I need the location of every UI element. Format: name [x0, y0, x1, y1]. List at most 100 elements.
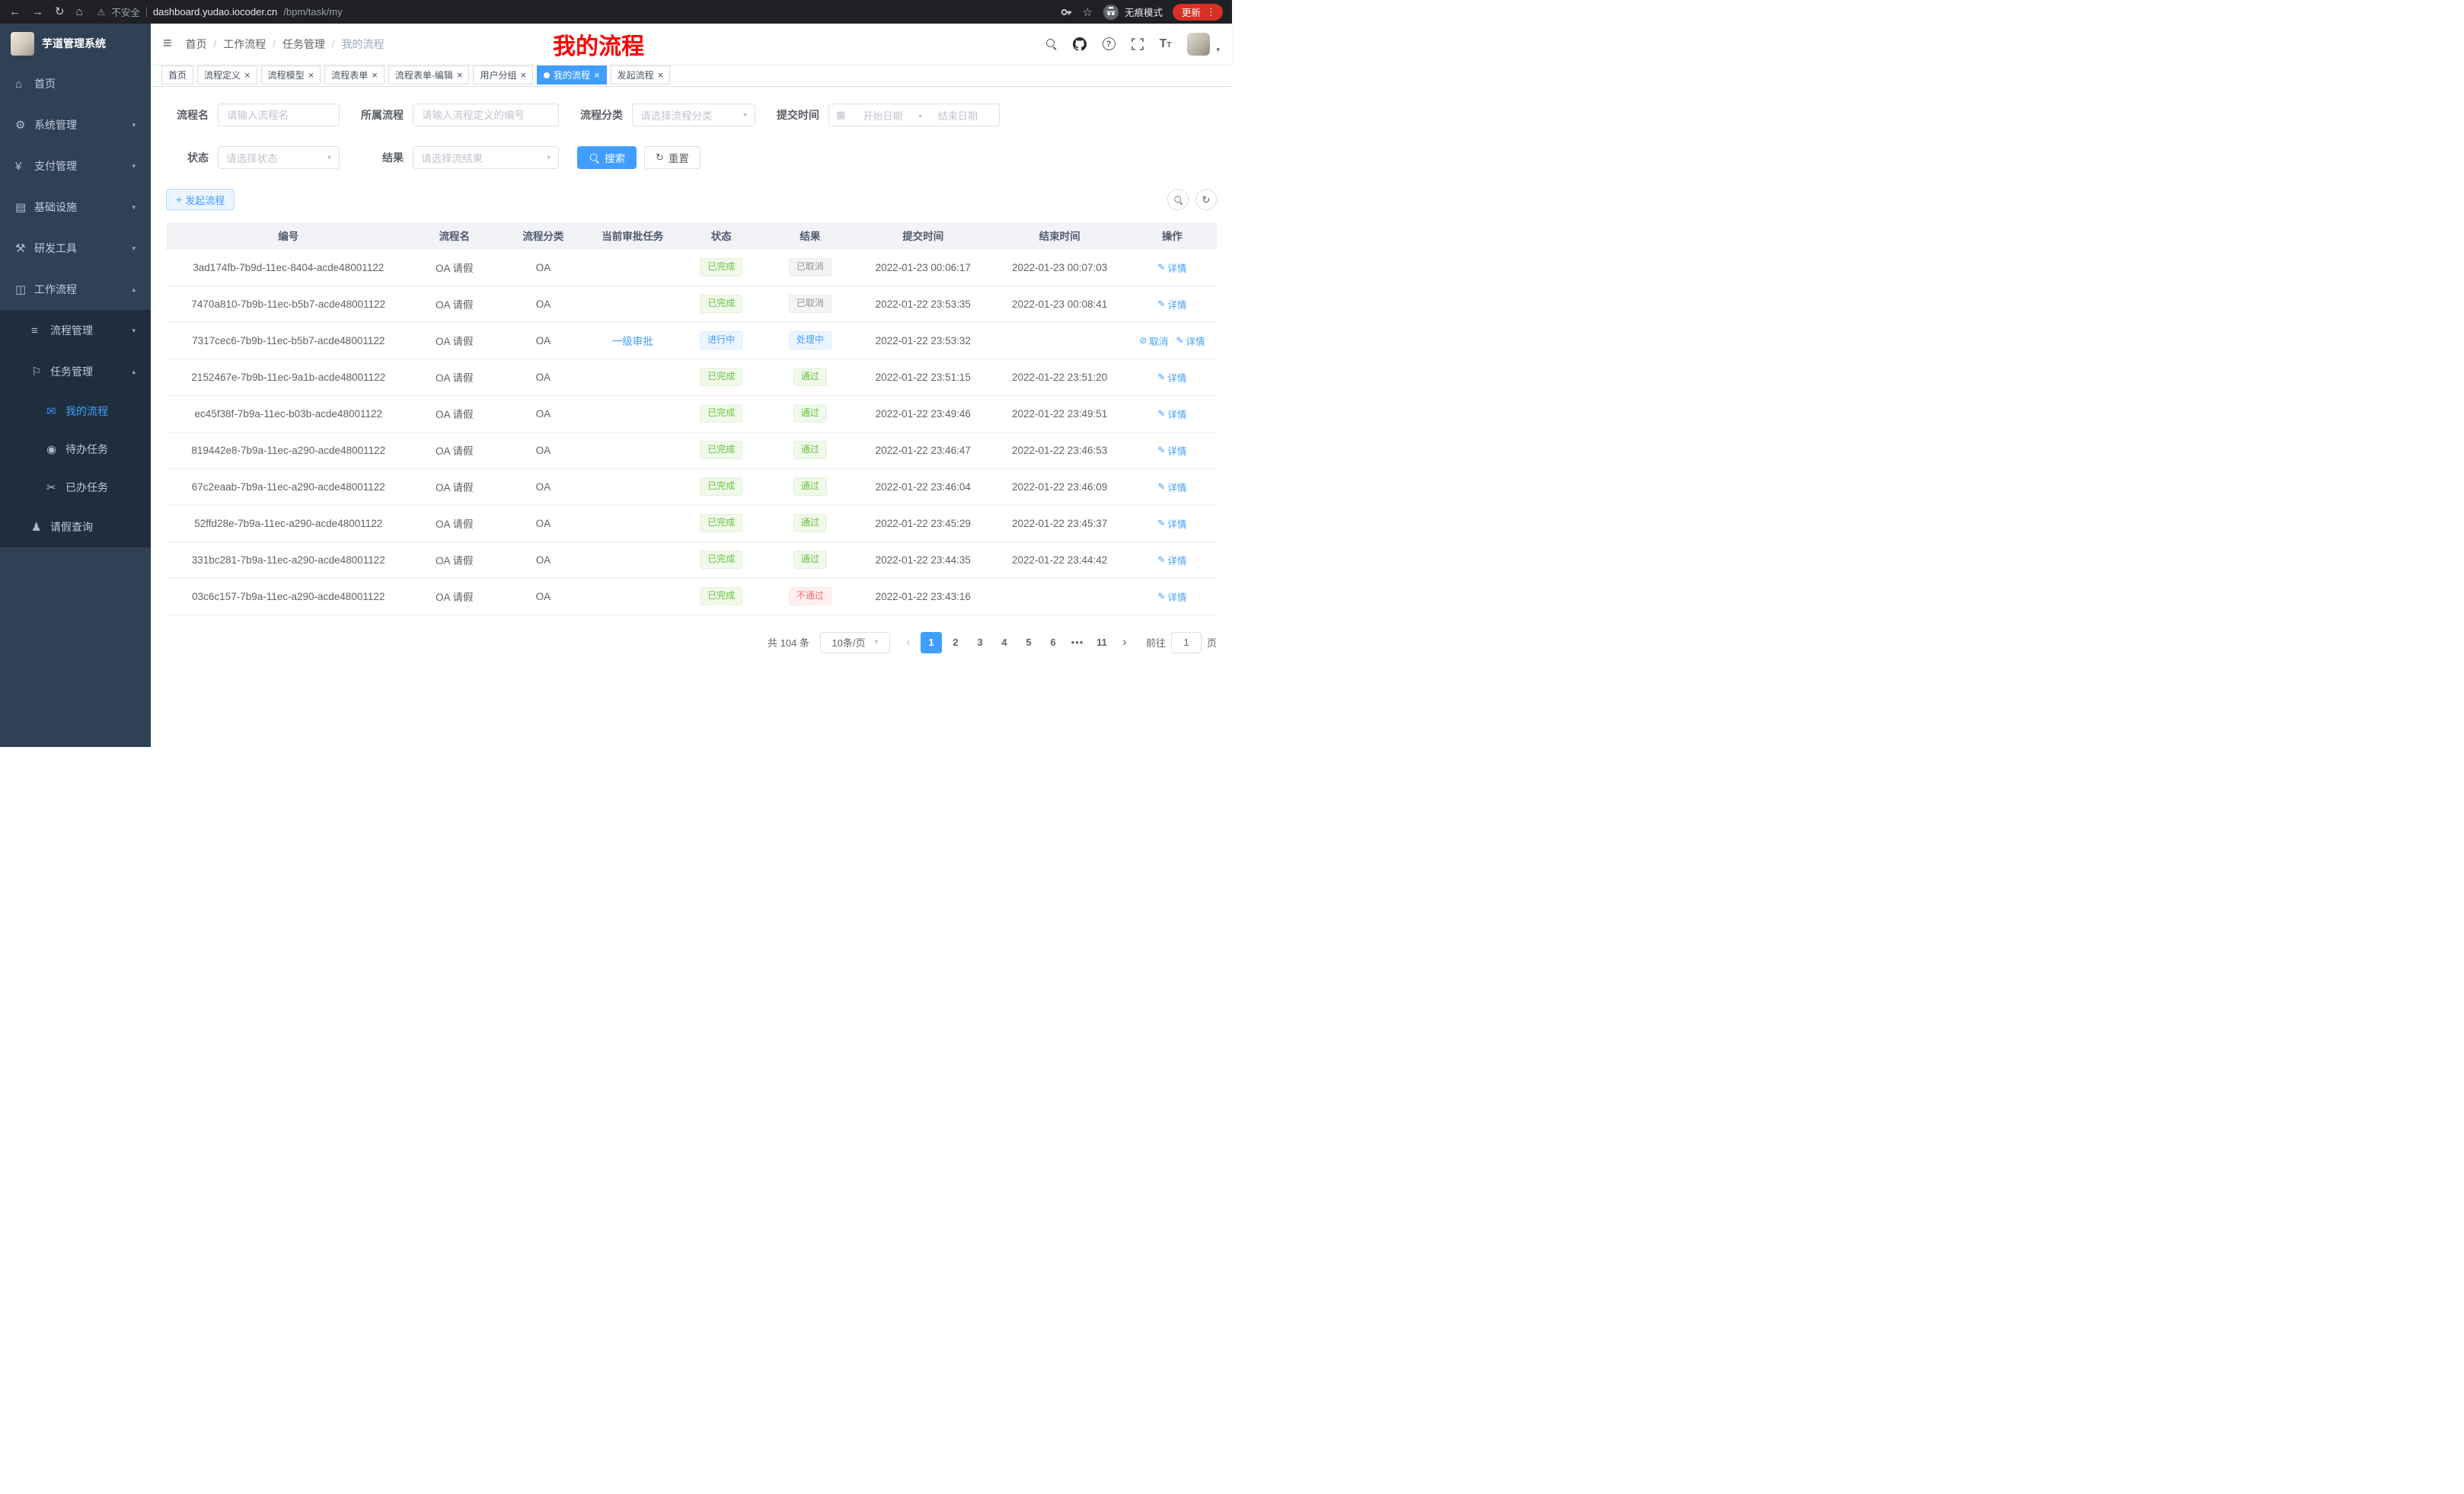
- chevron-down-icon[interactable]: [1216, 46, 1220, 56]
- cancel-link[interactable]: ⊘取消: [1139, 334, 1168, 348]
- sidebar-item-home[interactable]: ⌂首页: [0, 63, 151, 104]
- status-select[interactable]: 请选择状态: [218, 146, 340, 169]
- process-category-select[interactable]: 请选择流程分类: [632, 104, 755, 126]
- toggle-search-button[interactable]: [1167, 189, 1189, 210]
- sidebar-item-infrastructure[interactable]: ▤基础设施▾: [0, 187, 151, 228]
- sidebar-item-process-management[interactable]: ≡流程管理▾: [0, 310, 151, 351]
- tab-7[interactable]: 发起流程×: [611, 65, 671, 85]
- tab-5[interactable]: 用户分组×: [473, 65, 533, 85]
- cell-category: OA: [498, 249, 589, 286]
- tab-3[interactable]: 流程表单×: [324, 65, 385, 85]
- close-icon[interactable]: ×: [457, 70, 463, 80]
- sidebar-item-task-management[interactable]: ⚐任务管理▴: [0, 351, 151, 392]
- browser-update-button[interactable]: 更新: [1173, 4, 1223, 21]
- page-button-3[interactable]: 3: [969, 632, 991, 653]
- password-key-icon[interactable]: [1061, 6, 1073, 18]
- page-button-1[interactable]: 1: [921, 632, 942, 653]
- cell-task: [589, 286, 677, 322]
- address-bar[interactable]: 不安全 dashboard.yudao.iocoder.cn/bpm/task/…: [97, 5, 1049, 19]
- tab-label: 我的流程: [554, 69, 590, 81]
- sidebar-item-payment-management[interactable]: ¥支付管理▾: [0, 145, 151, 187]
- cell-actions: ✎详情: [1128, 359, 1217, 395]
- process-definition-input[interactable]: [413, 104, 559, 126]
- process-name-input[interactable]: [218, 104, 340, 126]
- task-link[interactable]: 一级审批: [612, 336, 653, 347]
- close-icon[interactable]: ×: [520, 70, 526, 80]
- github-icon[interactable]: [1073, 37, 1087, 51]
- eye-icon: ◉: [46, 442, 65, 456]
- page-button-4[interactable]: 4: [994, 632, 1015, 653]
- submit-time-range-picker[interactable]: 开始日期 - 结束日期: [828, 104, 1000, 126]
- close-icon[interactable]: ×: [372, 70, 378, 80]
- close-icon[interactable]: ×: [308, 70, 314, 80]
- breadcrumb-item-home[interactable]: 首页: [186, 37, 207, 52]
- next-page-button[interactable]: [1114, 632, 1135, 653]
- sidebar-item-label: 请假查询: [50, 519, 151, 535]
- sidebar-item-dev-tools[interactable]: ⚒研发工具▾: [0, 228, 151, 269]
- detail-link[interactable]: ✎详情: [1157, 480, 1186, 494]
- result-select[interactable]: 请选择流结果: [413, 146, 559, 169]
- detail-link[interactable]: ✎详情: [1157, 370, 1186, 385]
- fullscreen-icon[interactable]: [1131, 38, 1144, 50]
- hamburger-icon[interactable]: [163, 35, 172, 53]
- sidebar-item-system-management[interactable]: ⚙系统管理▾: [0, 104, 151, 145]
- sidebar-item-todo-tasks[interactable]: ◉待办任务: [0, 430, 151, 468]
- cell-actions: ✎详情: [1128, 286, 1217, 322]
- page-button-5[interactable]: 5: [1018, 632, 1039, 653]
- page-button-6[interactable]: 6: [1042, 632, 1064, 653]
- breadcrumb-item-task-management[interactable]: 任务管理: [282, 37, 325, 52]
- bookmark-star-icon[interactable]: [1083, 5, 1093, 19]
- search-icon[interactable]: [1045, 38, 1057, 49]
- close-icon[interactable]: ×: [658, 70, 664, 80]
- browser-home-icon[interactable]: [76, 6, 83, 18]
- detail-link[interactable]: ✎详情: [1157, 516, 1186, 531]
- detail-link[interactable]: ✎详情: [1157, 407, 1186, 421]
- create-process-button[interactable]: 发起流程: [166, 189, 235, 210]
- prev-page-button[interactable]: [898, 632, 919, 653]
- reset-button-label: 重置: [669, 150, 689, 165]
- date-range-separator: -: [917, 110, 923, 121]
- search-button[interactable]: 搜索: [577, 146, 637, 169]
- sidebar-item-leave-query[interactable]: ♟请假查询: [0, 506, 151, 547]
- tab-1[interactable]: 流程定义×: [197, 65, 257, 85]
- page-size-select[interactable]: 10条/页: [820, 632, 890, 653]
- page-button-11[interactable]: 11: [1091, 632, 1112, 653]
- sidebar-item-workflow[interactable]: ◫工作流程▴: [0, 269, 151, 310]
- detail-link[interactable]: ✎详情: [1157, 553, 1186, 567]
- page-button-2[interactable]: 2: [945, 632, 966, 653]
- tab-6[interactable]: 我的流程 ×: [537, 65, 607, 85]
- sidebar-item-done-tasks[interactable]: ✂已办任务: [0, 468, 151, 506]
- cell-submit-time: 2022-01-22 23:51:15: [854, 359, 992, 395]
- browser-reload-icon[interactable]: [55, 6, 65, 18]
- tab-2[interactable]: 流程模型×: [261, 65, 321, 85]
- user-avatar[interactable]: [1187, 33, 1210, 56]
- browser-forward-icon[interactable]: [32, 6, 43, 18]
- app-logo[interactable]: 芋道管理系统: [0, 24, 151, 63]
- result-badge: 通过: [793, 368, 827, 386]
- help-icon[interactable]: [1103, 37, 1116, 50]
- detail-link[interactable]: ✎详情: [1157, 589, 1186, 604]
- reset-button[interactable]: 重置: [644, 146, 701, 169]
- more-pages-button[interactable]: •••: [1067, 632, 1088, 653]
- detail-link[interactable]: ✎详情: [1176, 334, 1205, 348]
- detail-link[interactable]: ✎详情: [1157, 297, 1186, 311]
- edit-icon: ✎: [1157, 554, 1165, 565]
- detail-link[interactable]: ✎详情: [1157, 260, 1186, 275]
- cell-end-time: 2022-01-22 23:49:51: [992, 395, 1128, 432]
- breadcrumb-item-workflow[interactable]: 工作流程: [223, 37, 266, 52]
- tab-4[interactable]: 流程表单-编辑×: [388, 65, 470, 85]
- close-icon[interactable]: ×: [244, 70, 251, 80]
- sidebar-item-my-process[interactable]: ✉我的流程: [0, 392, 151, 430]
- detail-link[interactable]: ✎详情: [1157, 443, 1186, 458]
- create-process-label: 发起流程: [185, 193, 225, 207]
- edit-icon: ✎: [1157, 298, 1165, 309]
- refresh-table-button[interactable]: [1195, 189, 1217, 210]
- tab-0[interactable]: 首页: [161, 65, 193, 85]
- close-icon[interactable]: ×: [594, 70, 600, 80]
- font-size-icon[interactable]: [1160, 37, 1172, 51]
- table-row: 03c6c157-7b9a-11ec-a290-acde48001122OA 请…: [166, 578, 1217, 615]
- browser-back-icon[interactable]: [9, 6, 21, 18]
- browser-menu-icon[interactable]: [1206, 6, 1216, 18]
- goto-page-input[interactable]: [1171, 632, 1202, 653]
- cell-status: 已完成: [677, 468, 766, 505]
